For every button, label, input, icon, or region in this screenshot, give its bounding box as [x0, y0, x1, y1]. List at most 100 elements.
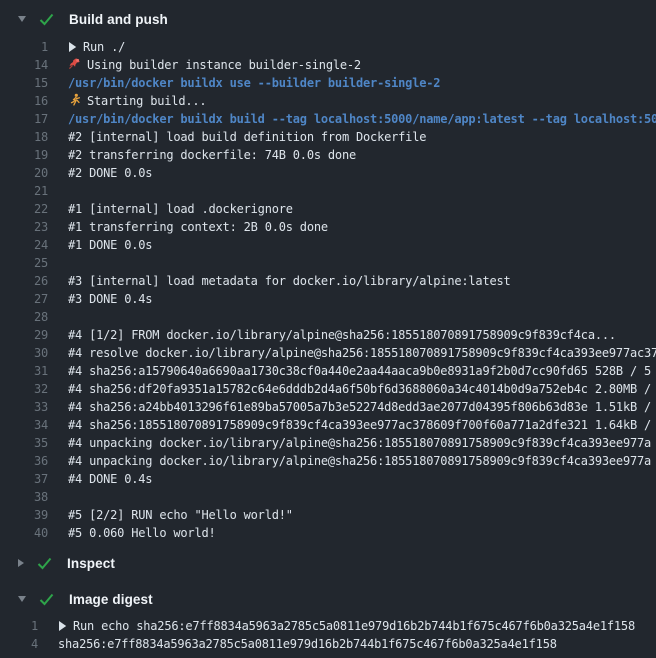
log-text-content: #4 DONE 0.4s	[68, 472, 152, 486]
log-text-content: #1 [internal] load .dockerignore	[68, 202, 293, 216]
line-number[interactable]: 33	[0, 398, 48, 416]
line-number[interactable]: 38	[0, 488, 48, 506]
log-text-content: #2 [internal] load build definition from…	[68, 130, 426, 144]
chevron-down-icon[interactable]	[18, 596, 26, 602]
line-number[interactable]: 4	[0, 635, 38, 653]
log-text-content: #4 sha256:185518070891758909c9f839cf4ca3…	[68, 418, 651, 432]
log-line: 27#3 DONE 0.4s	[0, 290, 656, 308]
line-number[interactable]: 22	[0, 200, 48, 218]
line-number[interactable]: 14	[0, 56, 48, 74]
log-text: Run ./	[68, 38, 125, 56]
log-text: #4 unpacking docker.io/library/alpine@sh…	[68, 452, 651, 470]
log-text-content: Starting build...	[87, 94, 206, 108]
log-text: Run echo sha256:e7ff8834a5963a2785c5a081…	[58, 617, 635, 635]
line-number[interactable]: 24	[0, 236, 48, 254]
line-number[interactable]: 21	[0, 182, 48, 200]
line-number[interactable]: 1	[0, 38, 48, 56]
log-line: 20 #2 DONE 0.0s	[0, 164, 656, 182]
log-text: #4 DONE 0.4s	[68, 470, 152, 488]
log-line: 28	[0, 308, 656, 326]
section-header-inspect[interactable]: Inspect	[0, 552, 656, 574]
command-text: /usr/bin/docker buildx use --builder bui…	[68, 74, 440, 92]
line-number[interactable]: 40	[0, 524, 48, 542]
log-text-content: #4 sha256:df20fa9351a15782c64e6dddb2d4a6…	[68, 382, 651, 396]
log-line: 34 #4 sha256:185518070891758909c9f839cf4c…	[0, 416, 656, 434]
log-text: #4 sha256:a15790640a6690aa1730c38cf0a440…	[68, 362, 651, 380]
line-number[interactable]: 28	[0, 308, 48, 326]
line-number[interactable]: 27	[0, 290, 48, 308]
log-text-content: sha256:e7ff8834a5963a2785c5a0811e979d16b…	[58, 637, 557, 651]
line-number[interactable]: 15	[0, 74, 48, 92]
section-title: Image digest	[69, 592, 153, 607]
section-title: Build and push	[69, 12, 168, 27]
line-number[interactable]: 23	[0, 218, 48, 236]
log-line: 22 #1 [internal] load .dockerignore	[0, 200, 656, 218]
section-title: Inspect	[67, 556, 115, 571]
section-header-image-digest[interactable]: Image digest	[0, 588, 656, 610]
log-line: 17/usr/bin/docker buildx build --tag loc…	[0, 110, 656, 128]
log-line: 1 Run ./	[0, 38, 656, 56]
log-text: sha256:e7ff8834a5963a2785c5a0811e979d16b…	[58, 635, 557, 653]
log-line: 25	[0, 254, 656, 272]
log-text: #1 transferring context: 2B 0.0s done	[68, 218, 328, 236]
log-line: 4 sha256:e7ff8834a5963a2785c5a0811e979d16…	[0, 635, 656, 653]
line-number[interactable]: 37	[0, 470, 48, 488]
chevron-down-icon[interactable]	[18, 16, 26, 22]
line-number[interactable]: 32	[0, 380, 48, 398]
line-number[interactable]: 35	[0, 434, 48, 452]
log-line: 33#4 sha256:a24bb4013296f61e89ba57005a7b…	[0, 398, 656, 416]
log-line: 30 #4 resolve docker.io/library/alpine@sh…	[0, 344, 656, 362]
chevron-right-icon[interactable]	[18, 559, 24, 567]
log-text: #2 DONE 0.0s	[68, 164, 152, 182]
log-lines: 1 Run echo sha256:e7ff8834a5963a2785c5a08…	[0, 617, 656, 653]
line-number[interactable]: 18	[0, 128, 48, 146]
log-line: 40 #5 0.060 Hello world!	[0, 524, 656, 542]
log-text: #5 [2/2] RUN echo "Hello world!"	[68, 506, 293, 524]
line-number[interactable]: 31	[0, 362, 48, 380]
log-text-content: #5 0.060 Hello world!	[68, 526, 216, 540]
log-text-content: Run ./	[83, 40, 125, 54]
log-lines: 1 Run ./ 14Using builder instance builder-…	[0, 38, 656, 542]
log-line: 36 #4 unpacking docker.io/library/alpine@…	[0, 452, 656, 470]
log-text-content: #1 DONE 0.0s	[68, 238, 152, 252]
log-line: 24 #1 DONE 0.0s	[0, 236, 656, 254]
log-text-content: #1 transferring context: 2B 0.0s done	[68, 220, 328, 234]
line-number[interactable]: 30	[0, 344, 48, 362]
log-text-content: #4 unpacking docker.io/library/alpine@sh…	[68, 454, 651, 468]
log-text: #1 DONE 0.0s	[68, 236, 152, 254]
pushpin-icon	[68, 56, 81, 74]
log-text-content: #4 resolve docker.io/library/alpine@sha2…	[68, 346, 656, 360]
log-text: #4 [1/2] FROM docker.io/library/alpine@s…	[68, 326, 616, 344]
log-text-content: /usr/bin/docker buildx build --tag local…	[68, 112, 656, 126]
log-line: 26#3 [internal] load metadata for docker…	[0, 272, 656, 290]
success-check-icon	[37, 557, 52, 570]
success-check-icon	[39, 13, 54, 26]
line-number[interactable]: 29	[0, 326, 48, 344]
log-text-content: /usr/bin/docker buildx use --builder bui…	[68, 76, 440, 90]
log-line: 16 Starting build...	[0, 92, 656, 110]
log-line: 21	[0, 182, 656, 200]
log-line: 29 #4 [1/2] FROM docker.io/library/alpine…	[0, 326, 656, 344]
log-text: #1 [internal] load .dockerignore	[68, 200, 293, 218]
line-number[interactable]: 26	[0, 272, 48, 290]
log-line: 32 #4 sha256:df20fa9351a15782c64e6dddb2d4…	[0, 380, 656, 398]
log-line: 14Using builder instance builder-single-…	[0, 56, 656, 74]
section-header-build-and-push[interactable]: Build and push	[0, 8, 656, 30]
line-number[interactable]: 17	[0, 110, 48, 128]
line-number[interactable]: 25	[0, 254, 48, 272]
log-text-content: #5 [2/2] RUN echo "Hello world!"	[68, 508, 293, 522]
line-number[interactable]: 34	[0, 416, 48, 434]
line-number[interactable]: 39	[0, 506, 48, 524]
play-icon	[68, 38, 77, 56]
log-line: 31 #4 sha256:a15790640a6690aa1730c38cf0a4…	[0, 362, 656, 380]
section-image-digest: Image digest 1 Run echo sha256:e7ff8834a5…	[0, 588, 656, 653]
log-text-content: #4 sha256:a15790640a6690aa1730c38cf0a440…	[68, 364, 651, 378]
line-number[interactable]: 36	[0, 452, 48, 470]
log-line: 35#4 unpacking docker.io/library/alpine@…	[0, 434, 656, 452]
log-line: 1 Run echo sha256:e7ff8834a5963a2785c5a08…	[0, 617, 656, 635]
line-number[interactable]: 16	[0, 92, 48, 110]
line-number[interactable]: 1	[0, 617, 38, 635]
line-number[interactable]: 20	[0, 164, 48, 182]
log-line: 15/usr/bin/docker buildx use --builder b…	[0, 74, 656, 92]
line-number[interactable]: 19	[0, 146, 48, 164]
